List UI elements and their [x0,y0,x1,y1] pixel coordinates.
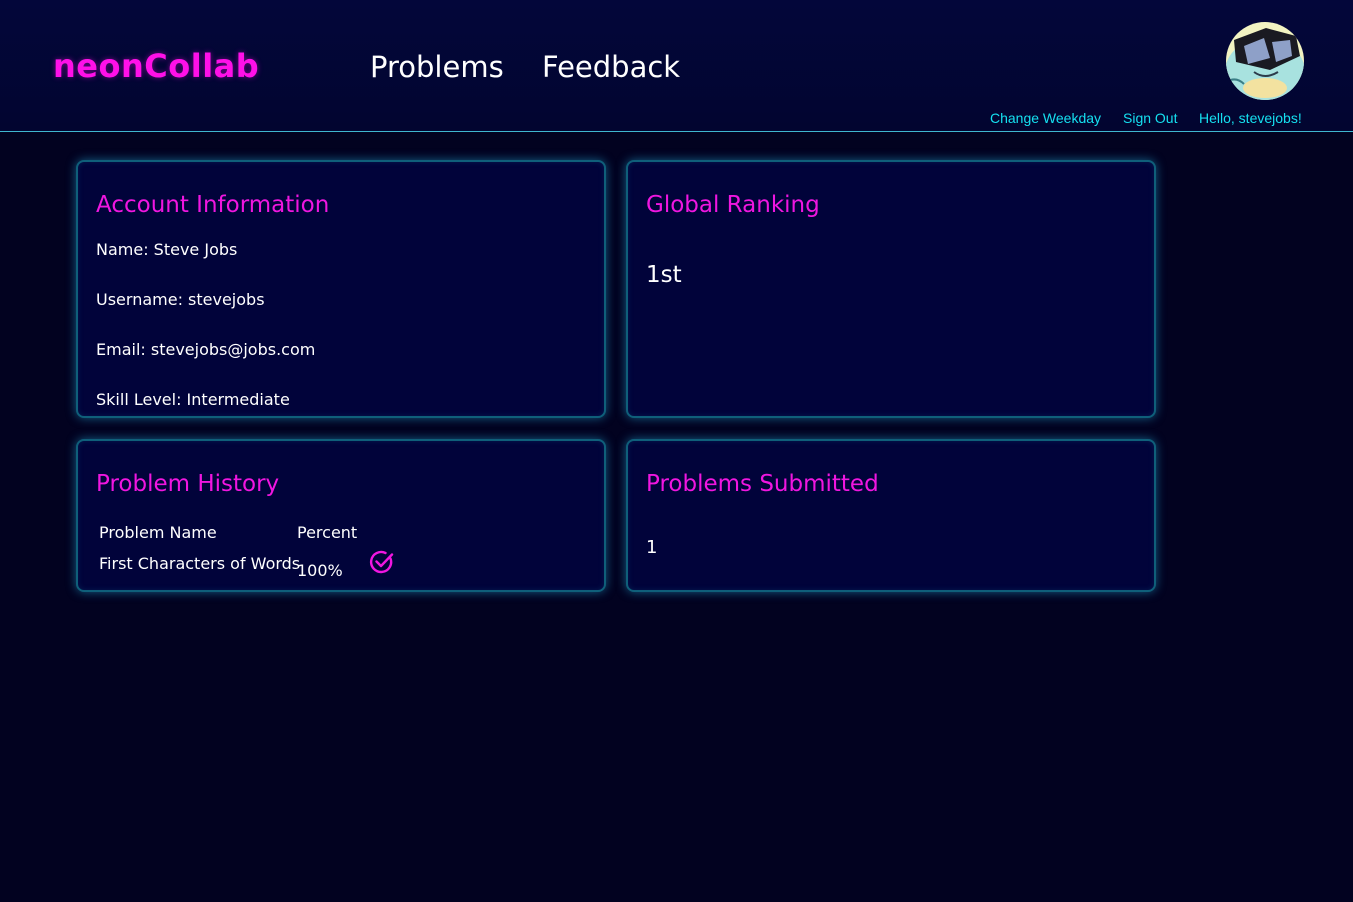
nav-problems[interactable]: Problems [370,47,504,87]
account-username: Username: stevejobs [96,290,265,309]
change-weekday-link[interactable]: Change Weekday [990,110,1101,127]
avatar[interactable] [1226,22,1304,100]
top-navbar: neonCollab Problems Feedback Change Week… [0,0,1353,132]
problem-history-card: Problem History Problem Name Percent Fir… [76,439,606,592]
card-title: Problems Submitted [646,471,879,497]
app-logo[interactable]: neonCollab [53,44,259,88]
avatar-image [1226,22,1304,100]
global-rank-value: 1st [646,262,682,288]
card-title: Account Information [96,192,330,218]
check-circle-icon [369,550,394,574]
sign-out-link[interactable]: Sign Out [1123,110,1177,127]
global-ranking-card: Global Ranking 1st [626,160,1156,418]
problems-submitted-value: 1 [646,537,658,558]
account-skill-level: Skill Level: Intermediate [96,390,290,409]
problems-submitted-card: Problems Submitted 1 [626,439,1156,592]
account-name: Name: Steve Jobs [96,240,238,259]
history-problem-name[interactable]: First Characters of Words [99,554,300,574]
nav-feedback[interactable]: Feedback [542,47,680,87]
account-email: Email: stevejobs@jobs.com [96,340,316,359]
history-percent: 100% [297,561,343,580]
account-information-card: Account Information Name: Steve Jobs Use… [76,160,606,418]
column-header-percent: Percent [297,523,358,542]
user-greeting: Hello, stevejobs! [1199,110,1302,126]
card-title: Global Ranking [646,192,820,218]
card-title: Problem History [96,471,280,497]
column-header-problem-name: Problem Name [99,523,217,542]
